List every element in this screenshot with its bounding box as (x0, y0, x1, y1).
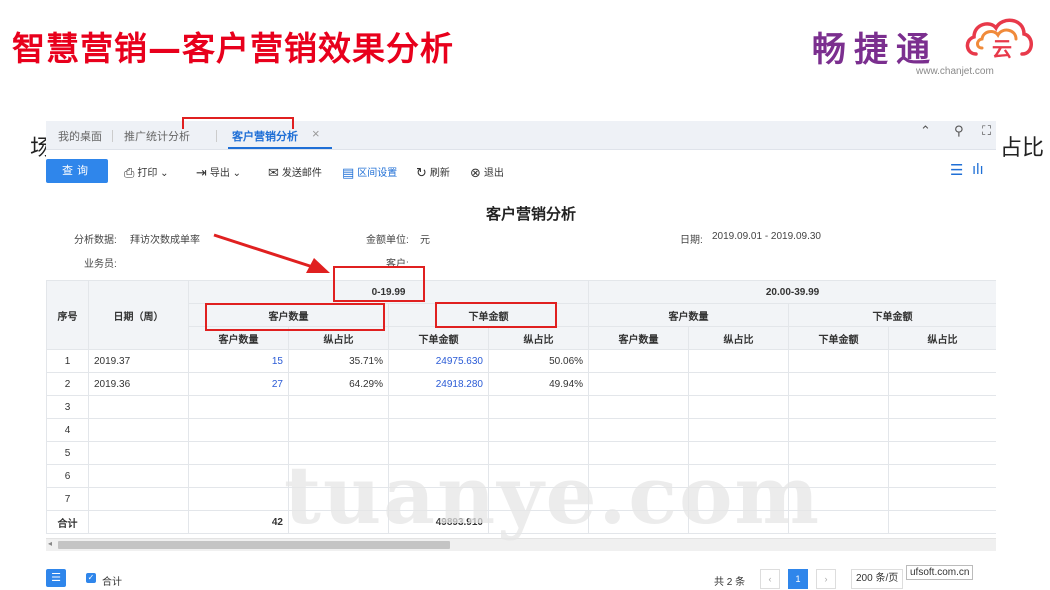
annotation-arrow-icon (213, 233, 330, 273)
